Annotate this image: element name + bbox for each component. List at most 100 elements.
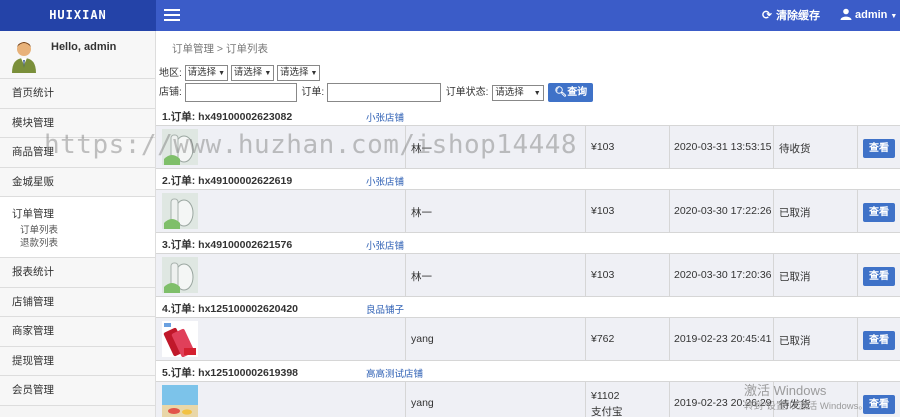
order-price: ¥103 — [591, 141, 615, 153]
shop-input[interactable] — [184, 83, 297, 102]
user-menu-button[interactable]: admin ▼ — [840, 0, 897, 31]
brand-logo[interactable]: HUIXIAN — [0, 0, 156, 31]
order-item: 4.订单: hx125100002620420 良品铺子 yang ¥762 2… — [156, 297, 900, 361]
table-row: 林一 ¥103 2020-03-30 17:22:26 已取消 查看 — [156, 189, 900, 233]
order-time-cell: 2020-03-30 17:22:26 — [670, 190, 774, 232]
order-header: 2.订单: hx49100002622619 小张店铺 — [156, 169, 900, 189]
district-select[interactable]: 请选择 ▼ — [277, 65, 321, 82]
product-thumbnail[interactable] — [162, 385, 198, 417]
menu-toggle-icon[interactable] — [164, 9, 180, 21]
order-shop-link[interactable]: 良品铺子 — [366, 302, 404, 316]
search-filter-row: 店铺: 订单: 订单状态: 请选择 ▼ 🔍︎查询 — [159, 83, 594, 102]
status-select-value: 请选择 — [495, 86, 524, 98]
order-time-cell: 2020-03-31 13:53:15 — [670, 126, 774, 168]
product-thumbnail[interactable] — [162, 129, 198, 165]
sidebar-top-items: 首页统计 模块管理 商品管理 金城星贩 — [0, 79, 155, 197]
order-product-cell — [156, 254, 406, 296]
sidebar-item-shops[interactable]: 店铺管理 — [0, 287, 155, 317]
table-row: 林一 ¥103 2020-03-30 17:20:36 已取消 查看 — [156, 253, 900, 297]
sidebar-group-orders: 订单管理 订单列表 退款列表 — [0, 197, 155, 258]
order-number: 3.订单: hx49100002621576 — [162, 239, 293, 251]
order-product-cell — [156, 190, 406, 232]
sidebar-item-mall[interactable]: 金城星贩 — [0, 167, 155, 197]
order-buyer: yang — [411, 397, 434, 409]
region-filter-row: 地区: 请选择 ▼ 请选择 ▼ 请选择 ▼ — [159, 64, 321, 82]
sidebar-item-withdrawals[interactable]: 提现管理 — [0, 346, 155, 376]
sidebar-subitem-refund-list[interactable]: 退款列表 — [0, 237, 155, 250]
table-row: yang ¥762 2019-02-23 20:45:41 已取消 查看 — [156, 317, 900, 361]
order-status: 已取消 — [779, 271, 811, 283]
sidebar-item-orders[interactable]: 订单管理 — [0, 206, 155, 224]
order-header: 1.订单: hx49100002623082 小张店铺 — [156, 105, 900, 125]
order-shop-link[interactable]: 小张店铺 — [366, 238, 404, 252]
order-time: 2020-03-30 17:20:36 — [674, 269, 772, 281]
product-thumbnail[interactable] — [162, 321, 198, 357]
user-icon — [840, 8, 852, 20]
sidebar-item-members[interactable]: 会员管理 — [0, 376, 155, 406]
clear-cache-button[interactable]: ⟳ 清除缓存 — [762, 0, 820, 31]
search-button[interactable]: 🔍︎查询 — [548, 83, 594, 102]
order-shop-link[interactable]: 小张店铺 — [366, 174, 404, 188]
profile-panel: Hello, admin — [0, 31, 155, 79]
status-select[interactable]: 请选择 ▼ — [492, 84, 544, 101]
view-order-button[interactable]: 查看 — [863, 331, 895, 350]
city-select-value: 请选择 — [233, 67, 263, 79]
region-label: 地区: — [159, 68, 182, 79]
order-item: 1.订单: hx49100002623082 小张店铺 林一 ¥103 2020… — [156, 105, 900, 169]
sidebar-item-reports[interactable]: 报表统计 — [0, 258, 155, 288]
province-select[interactable]: 请选择 ▼ — [184, 65, 229, 82]
user-name: admin — [855, 9, 888, 21]
province-select-value: 请选择 — [187, 67, 217, 79]
status-label: 订单状态: — [445, 87, 489, 99]
sidebar-item-home-stats[interactable]: 首页统计 — [0, 79, 155, 109]
view-order-button[interactable]: 查看 — [863, 139, 895, 158]
table-row: 林一 ¥103 2020-03-31 13:53:15 待收货 查看 — [156, 125, 900, 169]
sidebar: Hello, admin 首页统计 模块管理 商品管理 金城星贩 订单管理 订单… — [0, 31, 156, 417]
order-status-cell: 已取消 — [774, 254, 858, 296]
windows-activate-title: 激活 Windows — [744, 383, 827, 398]
order-price: ¥1102 — [591, 390, 620, 402]
order-header: 4.订单: hx125100002620420 良品铺子 — [156, 297, 900, 317]
order-shop-link[interactable]: 高高测试店铺 — [366, 366, 423, 380]
order-number: 5.订单: hx125100002619398 — [162, 367, 299, 379]
main-content: 订单管理 > 订单列表 地区: 请选择 ▼ 请选择 ▼ 请选择 ▼ 店铺: 订单: 订… — [156, 31, 900, 417]
order-item: 2.订单: hx49100002622619 小张店铺 林一 ¥103 2020… — [156, 169, 900, 233]
greeting-text: Hello, admin — [51, 41, 117, 53]
city-select[interactable]: 请选择 ▼ — [230, 65, 275, 82]
refresh-icon: ⟳ — [762, 8, 773, 22]
order-label: 订单: — [301, 87, 325, 99]
order-time: 2020-03-30 17:22:26 — [674, 205, 772, 217]
order-price-cell: ¥103 — [586, 190, 670, 232]
product-thumbnail[interactable] — [162, 257, 198, 293]
order-item: 3.订单: hx49100002621576 小张店铺 林一 ¥103 2020… — [156, 233, 900, 297]
order-number: 2.订单: hx49100002622619 — [162, 175, 293, 187]
clear-cache-label: 清除缓存 — [776, 10, 821, 22]
view-order-button[interactable]: 查看 — [863, 203, 895, 222]
order-buyer: 林一 — [411, 207, 432, 219]
product-thumbnail[interactable] — [162, 193, 198, 229]
sidebar-item-modules[interactable]: 模块管理 — [0, 108, 155, 138]
order-list: 1.订单: hx49100002623082 小张店铺 林一 ¥103 2020… — [156, 105, 900, 417]
search-icon: 🔍︎ — [554, 87, 568, 98]
windows-activate-sub: 转到"设置"以激活 Windows。 — [744, 401, 868, 412]
order-time: 2020-03-31 13:53:15 — [674, 141, 772, 153]
sidebar-subitem-order-list[interactable]: 订单列表 — [0, 224, 155, 237]
view-order-button[interactable]: 查看 — [863, 267, 895, 286]
chevron-down-icon: ▼ — [310, 70, 318, 78]
order-shop-link[interactable]: 小张店铺 — [366, 110, 404, 124]
order-price: ¥103 — [591, 269, 615, 281]
district-select-value: 请选择 — [280, 67, 309, 79]
order-price: ¥103 — [591, 205, 615, 217]
order-input[interactable] — [326, 83, 441, 102]
order-product-cell — [156, 382, 406, 417]
order-price: ¥762 — [591, 333, 615, 345]
order-buyer-cell: 林一 — [406, 126, 586, 168]
order-action-cell: 查看 — [858, 254, 900, 296]
sidebar-item-merchants[interactable]: 商家管理 — [0, 317, 155, 347]
order-status: 已取消 — [779, 207, 811, 219]
breadcrumb: 订单管理 > 订单列表 — [172, 43, 268, 55]
order-number: 4.订单: hx125100002620420 — [162, 303, 299, 315]
order-status: 已取消 — [779, 335, 811, 347]
order-header: 3.订单: hx49100002621576 小张店铺 — [156, 233, 900, 253]
sidebar-item-products[interactable]: 商品管理 — [0, 138, 155, 168]
